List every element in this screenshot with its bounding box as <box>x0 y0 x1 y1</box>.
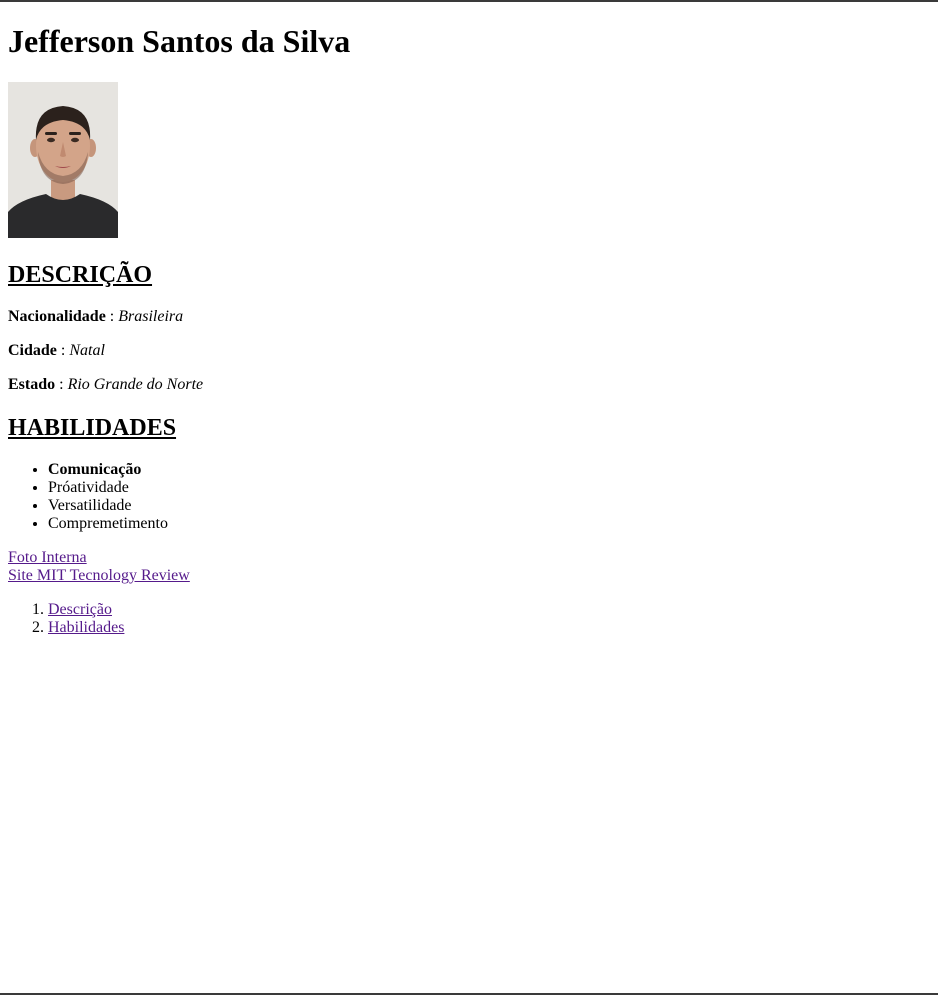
field-value: Rio Grande do Norte <box>67 376 204 393</box>
skill-item: Comunicação <box>48 461 168 479</box>
skills-list: Comunicação Próatividade Versatilidade C… <box>8 461 168 533</box>
nav-link-descricao[interactable]: Descrição <box>48 601 112 618</box>
description-heading: DESCRIÇÃO <box>8 262 153 288</box>
field-value: Natal <box>69 342 105 359</box>
nav-item: Descrição <box>48 601 124 619</box>
field-separator: : <box>60 342 66 359</box>
field-label: Nacionalidade <box>8 308 106 325</box>
field-label: Estado <box>8 376 56 393</box>
nav-item: Habilidades <box>48 619 124 637</box>
field-cidade: Cidade : Natal <box>8 342 105 360</box>
link-foto-interna[interactable]: Foto Interna <box>8 549 190 567</box>
field-separator: : <box>59 376 64 393</box>
field-estado: Estado : Rio Grande do Norte <box>8 376 203 394</box>
profile-photo <box>8 82 118 238</box>
field-separator: : <box>109 308 115 325</box>
skills-heading: HABILIDADES <box>8 415 177 441</box>
skill-item: Versatilidade <box>48 497 168 515</box>
field-value: Brasileira <box>118 308 184 325</box>
top-border <box>0 0 938 2</box>
page-title: Jefferson Santos da Silva <box>8 23 351 59</box>
external-links: Foto Interna Site MIT Tecnology Review <box>8 549 190 585</box>
nav-link-habilidades[interactable]: Habilidades <box>48 619 124 636</box>
section-nav: Descrição Habilidades <box>8 601 124 637</box>
skill-item: Compremetimento <box>48 515 168 533</box>
field-nacionalidade: Nacionalidade : Brasileira <box>8 308 183 326</box>
field-label: Cidade <box>8 342 57 359</box>
skill-item: Próatividade <box>48 479 168 497</box>
link-mit-technology-review[interactable]: Site MIT Tecnology Review <box>8 567 190 585</box>
